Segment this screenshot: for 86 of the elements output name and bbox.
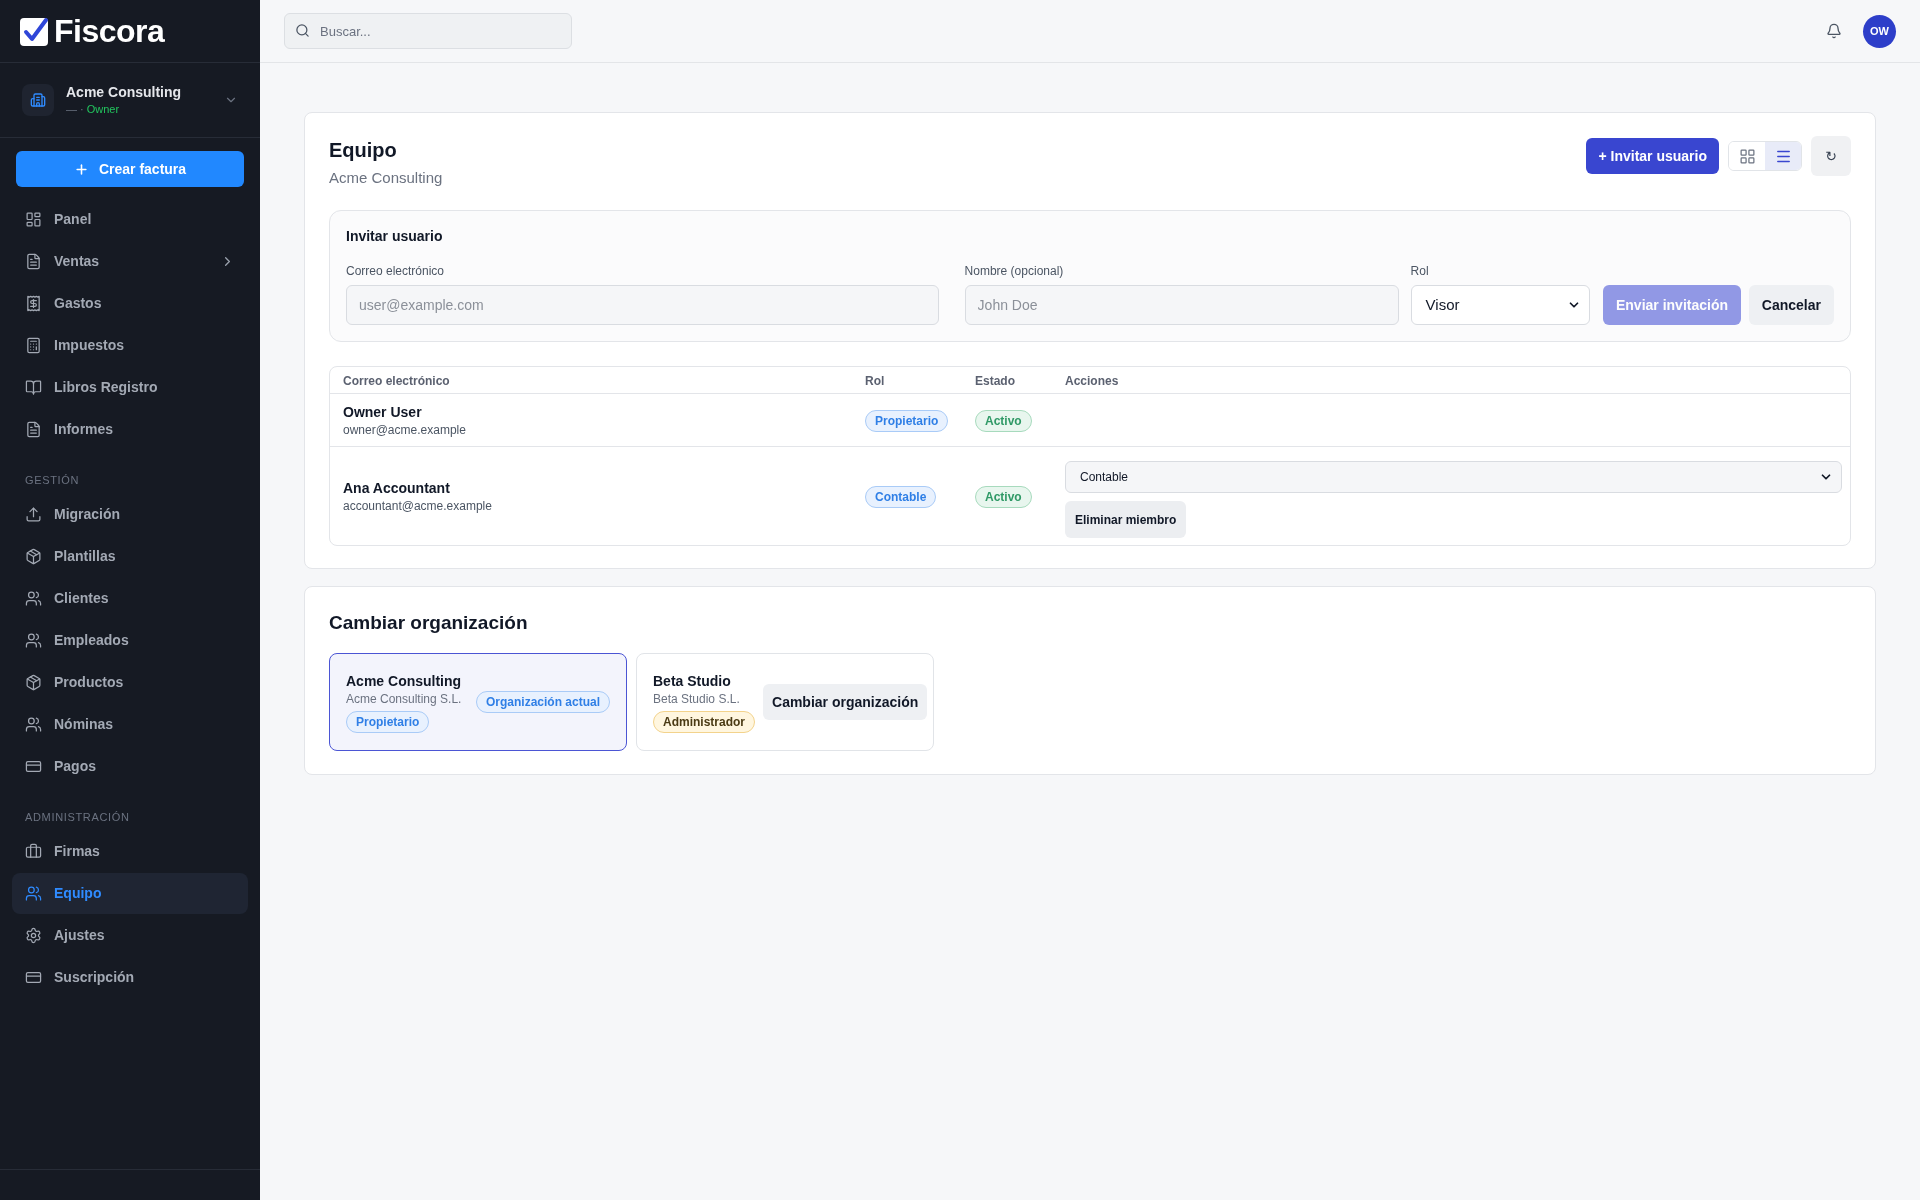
member-name: Owner User <box>343 403 422 422</box>
section-title: Cambiar organización <box>329 611 528 635</box>
organization-role: Owner <box>86 102 120 117</box>
field-label: Correo electrónico <box>346 263 445 279</box>
sidebar-item[interactable]: Equipo <box>12 873 248 914</box>
member-email: owner@acme.example <box>343 422 466 438</box>
panel-title: Invitar usuario <box>346 227 443 246</box>
column-header: Estado <box>975 374 1015 388</box>
page-subtitle: Acme Consulting <box>329 168 443 188</box>
settings-icon <box>25 927 42 944</box>
search-icon <box>295 23 310 38</box>
sidebar-item[interactable]: Productos <box>12 662 248 703</box>
organization-legal-name: Acme Consulting S.L. <box>346 691 462 707</box>
current-organization-badge: Organización actual <box>475 691 610 713</box>
field-label: Rol <box>1410 263 1429 279</box>
checkbox-logo-icon <box>20 16 49 46</box>
sidebar-item[interactable]: Firmas <box>12 831 248 872</box>
field-label: Nombre (opcional) <box>964 263 1064 279</box>
sidebar-item[interactable]: Gastos <box>12 283 248 324</box>
column-header: Rol <box>865 374 885 388</box>
input-field[interactable]: John Doe <box>964 285 1399 325</box>
page-title: Equipo <box>329 138 397 163</box>
building-icon <box>22 84 54 116</box>
sidebar-item[interactable]: Migración <box>12 494 248 535</box>
sidebar-item[interactable]: Empleados <box>12 620 248 661</box>
organization-detail: — · <box>66 102 84 117</box>
search-field[interactable]: Buscar... <box>284 13 572 49</box>
column-header: Acciones <box>1065 374 1119 388</box>
invite-user-button[interactable]: + Invitar usuario <box>1586 138 1719 174</box>
box-icon <box>25 548 42 565</box>
status-badge: Activo <box>975 486 1032 508</box>
sidebar-item[interactable]: Informes <box>12 409 248 450</box>
dashboard-icon <box>25 211 42 228</box>
bell-icon[interactable] <box>1826 23 1842 39</box>
organization-name: Acme Consulting <box>66 83 182 101</box>
sidebar-item[interactable]: Plantillas <box>12 536 248 577</box>
users-icon <box>25 590 42 607</box>
role-badge: Propietario <box>865 410 949 432</box>
role-select[interactable]: Visor <box>1410 285 1591 325</box>
users-icon <box>25 632 42 649</box>
sidebar-item[interactable]: Clientes <box>12 578 248 619</box>
sidebar-item[interactable]: Pagos <box>12 746 248 787</box>
organization-legal-name: Beta Studio S.L. <box>653 691 740 707</box>
sidebar-item[interactable]: Ajustes <box>12 915 248 956</box>
organization-name: Beta Studio <box>653 672 731 691</box>
role-select[interactable]: Contable <box>1065 461 1842 493</box>
member-name: Ana Accountant <box>343 479 450 498</box>
role-badge: Contable <box>865 486 937 508</box>
users-icon <box>25 716 42 733</box>
organization-card[interactable]: Beta Studio Beta Studio S.L. Administrador Cambiar organización <box>636 653 935 751</box>
sidebar-item[interactable]: Nóminas <box>12 704 248 745</box>
sidebar-item[interactable]: Libros Registro <box>12 367 248 408</box>
receipt-icon <box>25 295 42 312</box>
switch-organization-button[interactable]: Cambiar organización <box>763 684 928 720</box>
section-heading: GESTIÓN <box>25 473 80 488</box>
column-header: Correo electrónico <box>343 374 450 388</box>
cancel-button[interactable]: Cancelar <box>1748 285 1834 325</box>
open-book-icon <box>25 379 42 396</box>
sidebar-item[interactable]: Ventas <box>12 241 248 282</box>
brand-name: Fiscora <box>54 15 165 47</box>
grid-icon <box>1738 147 1756 165</box>
user-avatar[interactable]: OW <box>1863 14 1896 48</box>
card-icon <box>25 758 42 775</box>
member-email: accountant@acme.example <box>343 498 492 514</box>
card-icon <box>25 969 42 986</box>
document-icon <box>25 253 42 270</box>
box-icon <box>25 674 42 691</box>
briefcase-icon <box>25 843 42 860</box>
document-icon <box>25 421 42 438</box>
organization-card[interactable]: Acme Consulting Acme Consulting S.L. Propietario Organización actual <box>329 653 627 751</box>
section-heading: ADMINISTRACIÓN <box>25 810 130 825</box>
calculator-icon <box>25 337 42 354</box>
sidebar-item[interactable]: Panel <box>12 199 248 240</box>
refresh-button[interactable]: ↻ <box>1811 136 1851 176</box>
role-badge: Propietario <box>346 711 430 733</box>
role-badge: Administrador <box>653 711 755 733</box>
input-field[interactable]: user@example.com <box>346 285 939 325</box>
sidebar-item[interactable]: Impuestos <box>12 325 248 366</box>
remove-member-button[interactable]: Eliminar miembro <box>1065 501 1187 538</box>
sidebar-item[interactable]: Suscripción <box>12 957 248 998</box>
users-icon <box>25 885 42 902</box>
upload-icon <box>25 506 42 523</box>
organization-name: Acme Consulting <box>346 672 462 691</box>
plus-icon <box>73 161 89 177</box>
list-view-button[interactable] <box>1765 142 1801 170</box>
status-badge: Activo <box>975 410 1032 432</box>
